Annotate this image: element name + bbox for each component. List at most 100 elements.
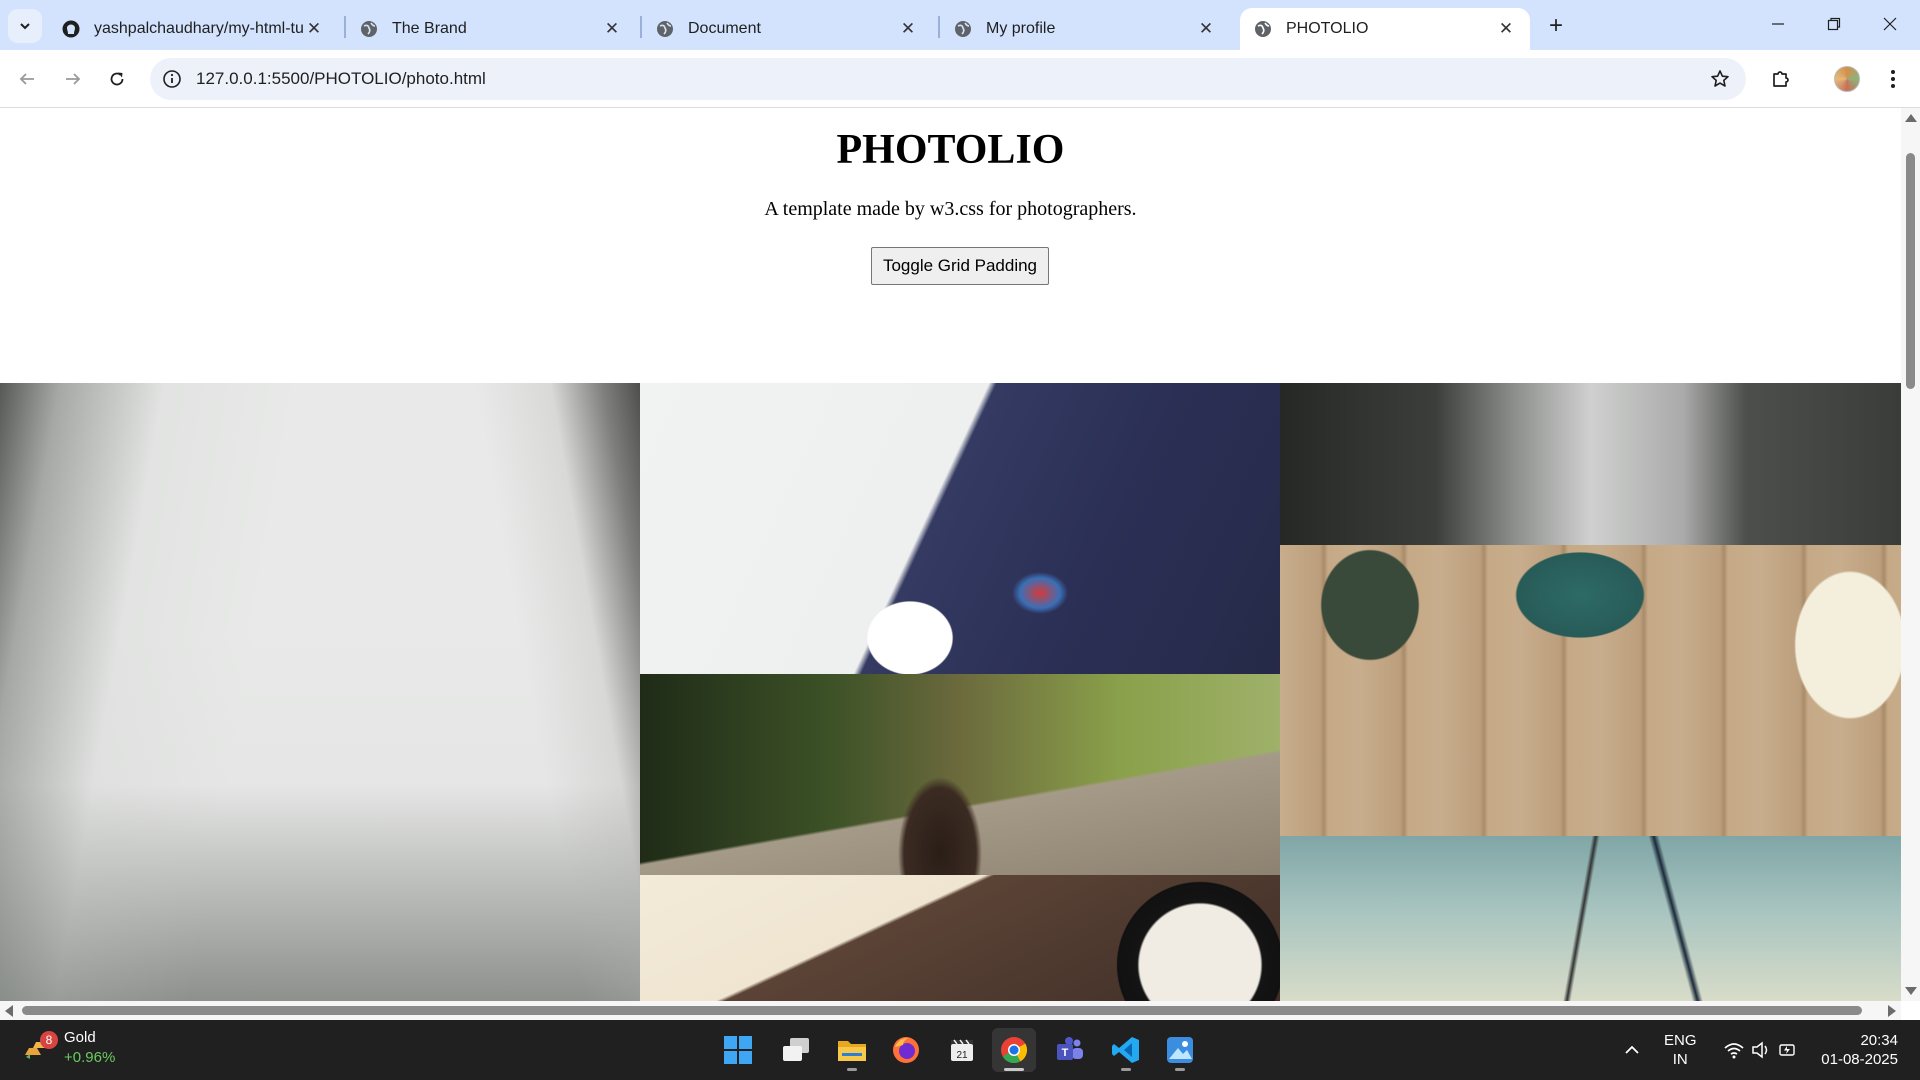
toggle-grid-padding-button[interactable]: Toggle Grid Padding: [871, 247, 1049, 285]
photo-typewriter-desk[interactable]: [1280, 545, 1901, 836]
file-explorer-button[interactable]: [830, 1028, 874, 1072]
page-subtitle: A template made by w3.css for photograph…: [764, 198, 1137, 220]
globe-icon: [657, 21, 673, 37]
globe-icon: [955, 21, 971, 37]
start-button[interactable]: [716, 1028, 760, 1072]
tab-title: My profile: [986, 20, 1056, 37]
firefox-icon: [893, 1037, 919, 1063]
close-icon: [1883, 17, 1897, 31]
page-viewport: PHOTOLIO A template made by w3.css for p…: [0, 108, 1901, 1001]
chrome-button[interactable]: [992, 1028, 1036, 1072]
photos-button[interactable]: [1158, 1028, 1202, 1072]
vscode-button[interactable]: [1104, 1028, 1148, 1072]
globe-icon: [1255, 21, 1271, 37]
close-icon[interactable]: ✕: [1196, 19, 1216, 39]
minimize-icon: [1772, 23, 1784, 25]
tab-github[interactable]: yashpalchaudhary/my-html-tut ✕: [48, 8, 338, 50]
tab-the-brand[interactable]: The Brand ✕: [346, 8, 636, 50]
svg-text:21: 21: [956, 1050, 968, 1061]
show-hidden-icons-button[interactable]: [1610, 1028, 1654, 1072]
photo-notebook-coffee[interactable]: [640, 875, 1280, 1001]
bookmark-star-icon[interactable]: [1708, 67, 1732, 91]
photos-icon: [1167, 1037, 1193, 1063]
browser-toolbar: 127.0.0.1:5500/PHOTOLIO/photo.html: [0, 50, 1920, 108]
close-window-button[interactable]: [1864, 6, 1916, 42]
horizontal-scroll-thumb[interactable]: [22, 1006, 1862, 1015]
photo-sky-wires[interactable]: [1280, 836, 1901, 1001]
firefox-button[interactable]: [884, 1028, 928, 1072]
vscode-icon: [1112, 1037, 1139, 1063]
clipchamp-button[interactable]: 21: [940, 1028, 984, 1072]
start-icon: [724, 1036, 752, 1064]
puzzle-icon: [1773, 71, 1789, 87]
date: 01-08-2025: [1821, 1051, 1898, 1068]
minimize-button[interactable]: [1752, 6, 1804, 42]
notification-badge: 8: [40, 1031, 58, 1049]
taskbar: 8 Gold +0.96% 21 T ENG IN 20:34 01-08-20…: [0, 1020, 1920, 1080]
close-icon[interactable]: ✕: [602, 19, 622, 39]
quick-settings-button[interactable]: [1716, 1028, 1804, 1072]
site-info-icon[interactable]: [160, 67, 184, 91]
tab-strip: yashpalchaudhary/my-html-tut ✕ The Brand…: [0, 0, 1920, 50]
forward-button[interactable]: [56, 62, 90, 96]
tab-my-profile[interactable]: My profile ✕: [940, 8, 1230, 50]
page-title: PHOTOLIO: [836, 127, 1065, 173]
scroll-up-arrow-icon[interactable]: [1905, 114, 1917, 122]
tab-search-button[interactable]: [8, 9, 42, 43]
tab-title: Document: [688, 20, 761, 37]
extensions-button[interactable]: [1764, 62, 1798, 96]
language-indicator[interactable]: ENG IN: [1664, 1031, 1697, 1069]
back-arrow-icon: [19, 73, 34, 85]
scroll-down-arrow-icon[interactable]: [1905, 987, 1917, 995]
language-code: ENG: [1664, 1032, 1697, 1049]
photo-woman-bridge[interactable]: [640, 674, 1280, 875]
photo-misty-cliffs[interactable]: [0, 383, 640, 1001]
profile-button[interactable]: [1830, 62, 1864, 96]
scroll-left-arrow-icon[interactable]: [5, 1005, 13, 1017]
forward-arrow-icon: [66, 73, 81, 85]
menu-button[interactable]: [1876, 62, 1910, 96]
widget-change: +0.96%: [64, 1049, 116, 1066]
kebab-menu-icon: [1891, 70, 1895, 88]
tab-photolio[interactable]: PHOTOLIO ✕: [1240, 8, 1530, 50]
tab-title: The Brand: [392, 20, 467, 37]
chevron-down-icon: [20, 23, 30, 30]
region-code: IN: [1672, 1051, 1688, 1068]
close-icon[interactable]: ✕: [304, 19, 324, 39]
vertical-scrollbar[interactable]: [1901, 108, 1920, 1001]
teams-icon: T: [1057, 1037, 1083, 1060]
plus-icon: +: [1548, 12, 1563, 39]
vertical-scroll-thumb[interactable]: [1906, 153, 1915, 389]
close-icon[interactable]: ✕: [898, 19, 918, 39]
photo-coffee-suit[interactable]: [640, 383, 1280, 674]
url-text[interactable]: 127.0.0.1:5500/PHOTOLIO/photo.html: [196, 69, 486, 89]
back-button[interactable]: [10, 62, 44, 96]
wifi-icon: [1724, 1043, 1744, 1059]
file-explorer-icon: [838, 1041, 866, 1061]
chrome-icon: [1001, 1037, 1028, 1064]
tab-document[interactable]: Document ✕: [642, 8, 932, 50]
svg-text:T: T: [1062, 1047, 1069, 1059]
reload-button[interactable]: [100, 62, 134, 96]
photo-foggy-mountains[interactable]: [1280, 383, 1901, 545]
tab-title: yashpalchaudhary/my-html-tut: [94, 20, 304, 37]
market-widget[interactable]: 8 Gold +0.96%: [22, 1028, 115, 1068]
teams-button[interactable]: T: [1048, 1028, 1092, 1072]
github-icon: [62, 20, 80, 38]
task-view-icon: [783, 1038, 809, 1061]
avatar: [1834, 66, 1860, 92]
time: 20:34: [1860, 1032, 1898, 1049]
restore-button[interactable]: [1808, 6, 1860, 42]
clipchamp-icon: 21: [951, 1039, 973, 1061]
address-bar[interactable]: 127.0.0.1:5500/PHOTOLIO/photo.html: [150, 58, 1746, 100]
battery-charging-icon: [1779, 1044, 1795, 1056]
tab-title: PHOTOLIO: [1286, 20, 1369, 37]
volume-icon: [1752, 1041, 1768, 1059]
close-icon[interactable]: ✕: [1496, 19, 1516, 39]
new-tab-button[interactable]: +: [1540, 12, 1572, 40]
horizontal-scrollbar[interactable]: [0, 1001, 1901, 1020]
chevron-up-icon: [1625, 1045, 1639, 1054]
clock[interactable]: 20:34 01-08-2025: [1812, 1031, 1898, 1069]
task-view-button[interactable]: [774, 1028, 818, 1072]
scroll-right-arrow-icon[interactable]: [1888, 1005, 1896, 1017]
